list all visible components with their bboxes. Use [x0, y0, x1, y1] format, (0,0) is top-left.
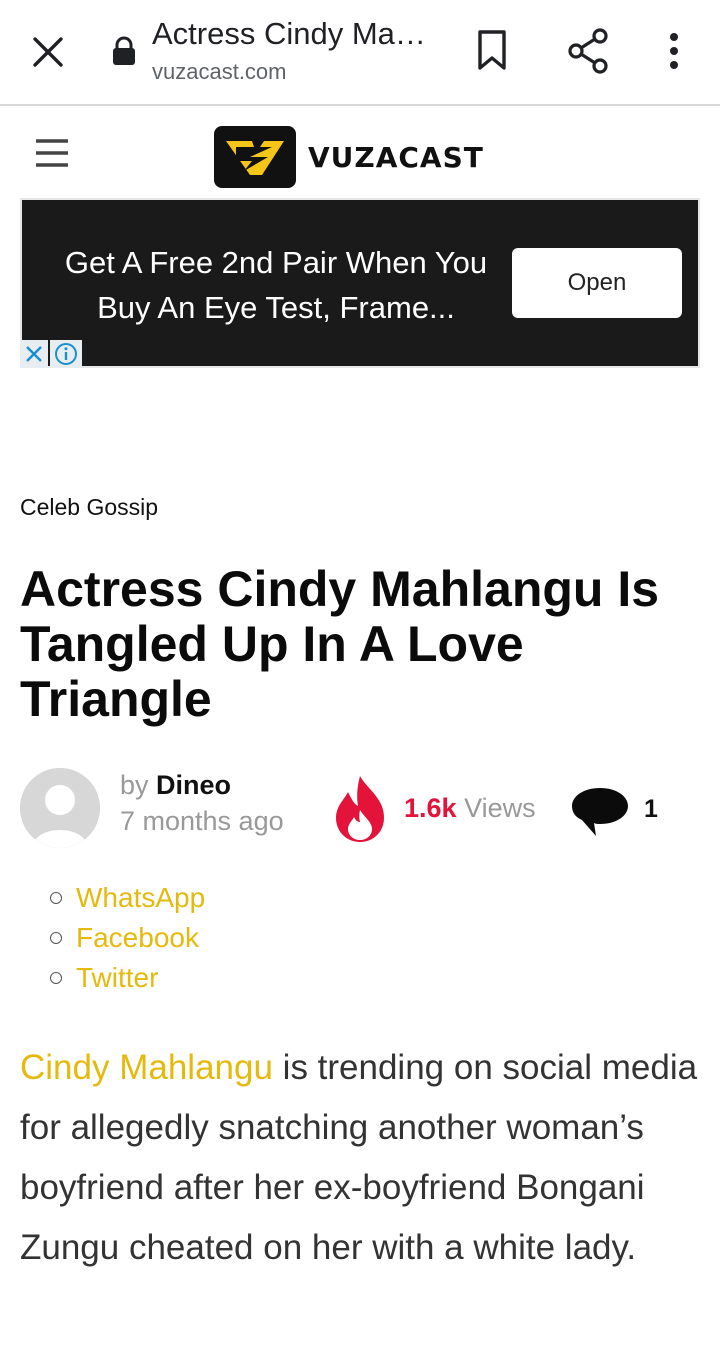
body-link-cindy-mahlangu[interactable]: Cindy Mahlangu [20, 1048, 273, 1087]
url-text[interactable]: vuzacast.com [152, 59, 287, 85]
browser-toolbar: Actress Cindy Ma… vuzacast.com [0, 0, 720, 106]
page-title[interactable]: Actress Cindy Ma… [152, 16, 442, 52]
site-logo[interactable]: VUZACAST [214, 126, 484, 188]
publish-time: 7 months ago [120, 806, 284, 836]
ad-info-icon[interactable] [50, 340, 82, 368]
views-label: Views [464, 793, 536, 823]
by-prefix: by [120, 770, 149, 800]
ad-close-icon[interactable] [20, 340, 48, 368]
ad-text[interactable]: Get A Free 2nd Pair When You Buy An Eye … [46, 240, 506, 330]
fire-icon [332, 774, 388, 844]
views-count: 1.6k [404, 793, 457, 823]
article-headline: Actress Cindy Mahlangu Is Tangled Up In … [20, 561, 660, 727]
author-name[interactable]: Dineo [156, 770, 231, 800]
views-counter: 1.6k Views [404, 793, 536, 824]
logo-mark [214, 126, 296, 188]
article-category[interactable]: Celeb Gossip [20, 494, 158, 521]
author-avatar[interactable] [20, 768, 100, 848]
article-body-paragraph: Cindy Mahlangu is trending on social med… [20, 1038, 710, 1278]
comment-icon[interactable] [570, 784, 630, 838]
more-vert-icon[interactable] [656, 28, 692, 74]
close-icon[interactable] [26, 30, 70, 74]
lock-icon [110, 36, 138, 66]
advertisement-banner[interactable]: Get A Free 2nd Pair When You Buy An Eye … [20, 198, 700, 368]
comment-count[interactable]: 1 [644, 795, 658, 824]
share-icon[interactable] [564, 26, 612, 76]
share-twitter-link[interactable]: Twitter [50, 958, 205, 998]
author-byline: by Dineo [120, 770, 231, 801]
ad-open-button[interactable]: Open [512, 248, 682, 318]
bookmark-icon[interactable] [472, 28, 512, 74]
share-facebook-link[interactable]: Facebook [50, 918, 205, 958]
logo-text: VUZACAST [308, 140, 484, 174]
share-links-list: WhatsApp Facebook Twitter [50, 878, 205, 998]
share-whatsapp-link[interactable]: WhatsApp [50, 878, 205, 918]
hamburger-menu-icon[interactable] [30, 136, 74, 170]
